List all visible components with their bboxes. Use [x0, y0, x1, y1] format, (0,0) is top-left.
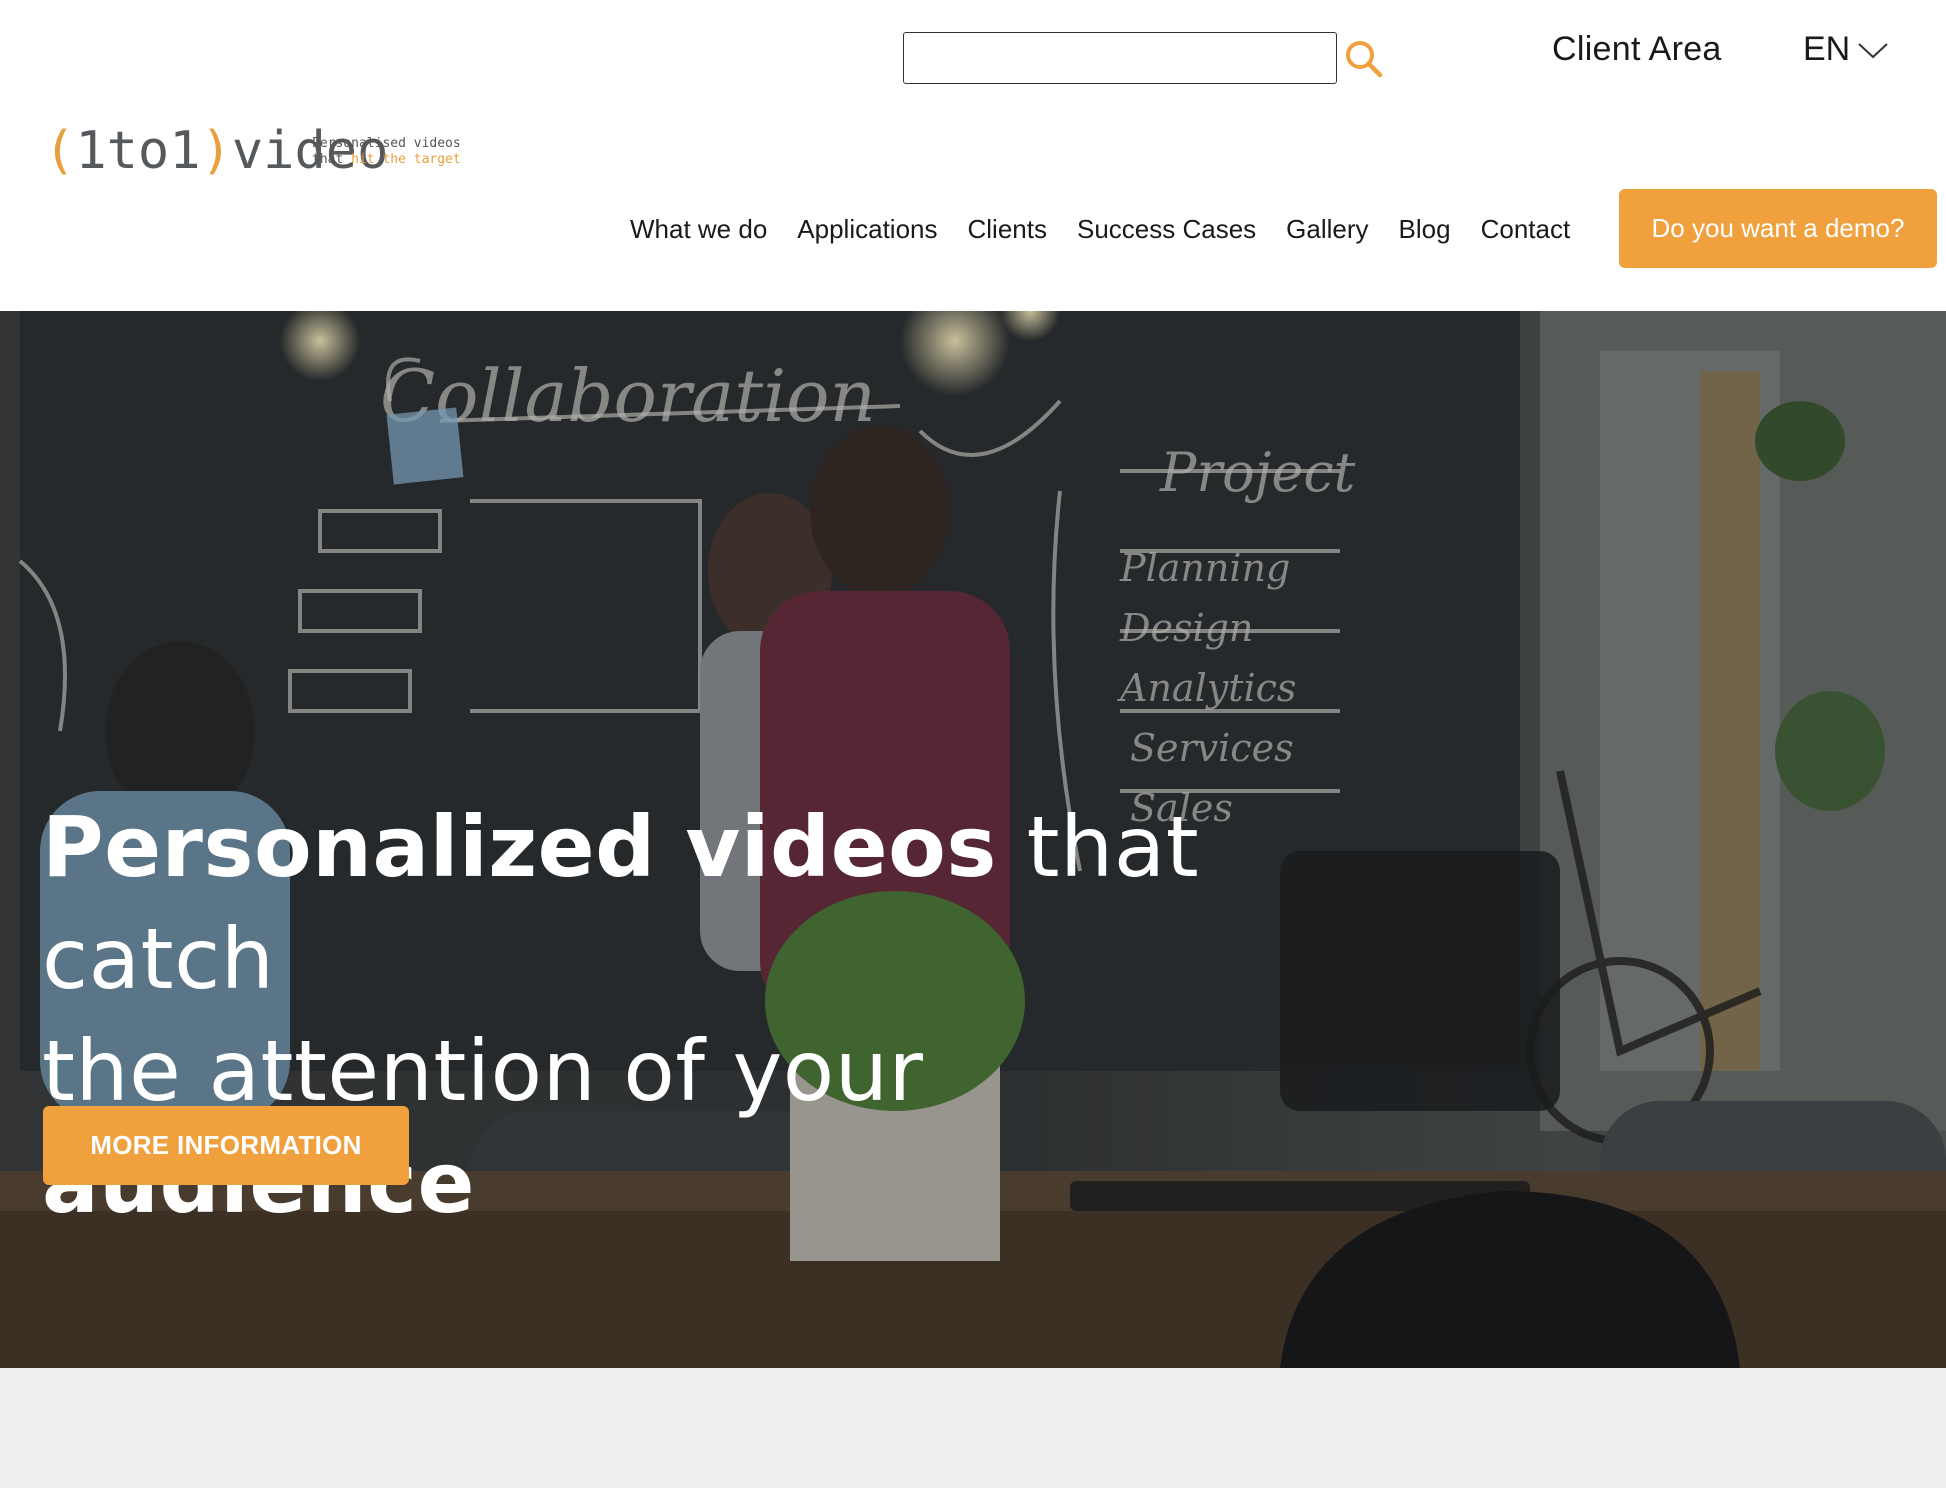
nav-item-blog[interactable]: Blog — [1399, 214, 1451, 245]
site-header: Client Area EN (1to1)video Personalised … — [0, 0, 1946, 311]
nav-item-gallery[interactable]: Gallery — [1286, 214, 1368, 245]
logo[interactable]: (1to1)video Personalised videos that hit… — [44, 118, 464, 188]
hero-title-bold-1: Personalized videos — [42, 798, 997, 896]
chevron-down-icon[interactable] — [1856, 40, 1890, 62]
nav-item-clients[interactable]: Clients — [968, 214, 1047, 245]
logo-tagline: Personalised videos that hit the target — [312, 136, 461, 167]
nav-item-applications[interactable]: Applications — [797, 214, 937, 245]
hero-section: Collaboration Project Planning Design An… — [0, 311, 1946, 1368]
search-icon[interactable] — [1343, 38, 1385, 80]
main-nav: What we do Applications Clients Success … — [630, 188, 1600, 270]
nav-item-contact[interactable]: Contact — [1481, 214, 1571, 245]
next-section-band — [0, 1368, 1946, 1488]
client-area-link[interactable]: Client Area — [1552, 30, 1722, 69]
nav-item-what-we-do[interactable]: What we do — [630, 214, 767, 245]
nav-item-success-cases[interactable]: Success Cases — [1077, 214, 1256, 245]
search-input[interactable] — [903, 32, 1337, 84]
demo-button[interactable]: Do you want a demo? — [1619, 189, 1937, 268]
language-selector[interactable]: EN — [1803, 30, 1850, 69]
more-information-button[interactable]: MORE INFORMATION — [43, 1106, 409, 1185]
